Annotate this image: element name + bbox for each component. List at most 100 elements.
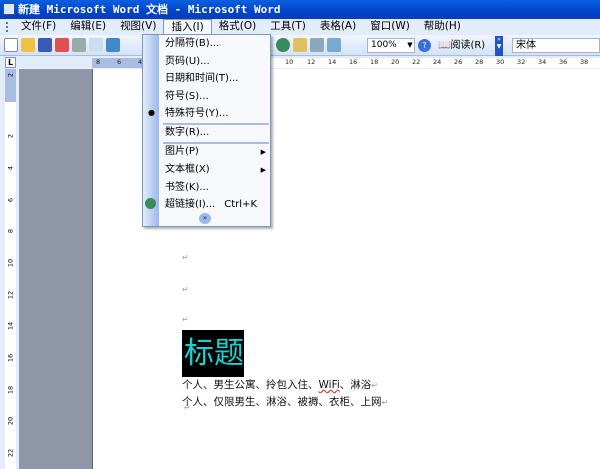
title-bar: 新建 Microsoft Word 文档 - Microsoft Word xyxy=(0,0,600,19)
ruler-label: 10 xyxy=(6,258,15,268)
table-icon[interactable] xyxy=(310,38,324,52)
menu-format[interactable]: 格式(O) xyxy=(212,19,263,35)
menu-item-text-box[interactable]: 文本框(X) ▶ xyxy=(165,163,269,177)
label: 书签(K)... xyxy=(165,182,209,193)
paragraph-mark: ↵ xyxy=(182,253,189,262)
ruler-label: 10 xyxy=(285,58,294,66)
ruler-label: 2 xyxy=(6,72,15,78)
ruler-label: 12 xyxy=(307,58,316,66)
paragraph-mark: ↵ xyxy=(182,285,189,294)
ruler-label: 36 xyxy=(559,58,568,66)
open-icon[interactable] xyxy=(21,38,35,52)
window-title: 新建 Microsoft Word 文档 - Microsoft Word xyxy=(18,3,281,16)
vertical-ruler: 2 2 4 6 8 10 12 14 16 18 20 22 xyxy=(0,69,19,469)
ruler-label: 14 xyxy=(6,321,15,331)
label: 分隔符(B)... xyxy=(165,38,220,49)
ruler-label: 12 xyxy=(6,290,15,300)
ruler-label: 14 xyxy=(328,58,337,66)
document-heading[interactable]: 标题↵ xyxy=(182,330,244,412)
body-line-2[interactable]: 个人、仅限男生、淋浴、被褥、衣柜、上网↵ xyxy=(182,394,388,409)
ruler-label: 32 xyxy=(517,58,526,66)
permission-icon[interactable] xyxy=(55,38,69,52)
tab-selector-icon[interactable]: L xyxy=(5,57,16,68)
menu-separator xyxy=(163,123,269,125)
paragraph-mark: ↵ xyxy=(182,315,189,324)
ruler-label: 6 xyxy=(117,58,122,66)
ruler-label: 4 xyxy=(6,165,15,171)
help-icon[interactable]: ? xyxy=(418,39,431,52)
menu-help[interactable]: 帮助(H) xyxy=(417,19,468,35)
print-preview-icon[interactable] xyxy=(89,38,103,52)
menu-item-number[interactable]: 数字(R)... xyxy=(165,126,269,140)
toolbar-grip[interactable] xyxy=(6,22,9,32)
misspelled-word: WiFi xyxy=(318,379,340,391)
body-line-1[interactable]: 个人、男生公寓、拎包入住、WiFi、淋浴↵ xyxy=(182,377,378,392)
hyperlink-icon[interactable] xyxy=(276,38,290,52)
menu-item-break[interactable]: 分隔符(B)... xyxy=(165,37,269,51)
menu-edit[interactable]: 编辑(E) xyxy=(63,19,113,35)
new-icon[interactable] xyxy=(4,38,18,52)
toolbar-options-icon[interactable]: » ▼ xyxy=(495,36,503,56)
ruler-label: 18 xyxy=(370,58,379,66)
ruler-label: 16 xyxy=(6,353,15,363)
ruler-label: 22 xyxy=(412,58,421,66)
text: 个人、仅限男生、淋浴、被褥、衣柜、上网 xyxy=(182,396,382,408)
ruler-label: 28 xyxy=(475,58,484,66)
expand-menu-chevron-icon[interactable]: » xyxy=(199,213,211,224)
heading-text: 标题 xyxy=(184,336,244,371)
menu-view[interactable]: 视图(V) xyxy=(113,19,163,35)
word-app-icon xyxy=(3,3,15,15)
menu-separator xyxy=(163,142,269,144)
label: 日期和时间(T)... xyxy=(165,73,239,84)
ruler-label: 8 xyxy=(96,58,101,66)
menu-item-page-numbers[interactable]: 页码(U)... xyxy=(165,55,269,69)
menu-table[interactable]: 表格(A) xyxy=(313,19,363,35)
ruler-label: 6 xyxy=(6,197,15,203)
font-combo[interactable]: 宋体 xyxy=(512,38,600,53)
label: 符号(S)... xyxy=(165,91,209,102)
ruler-label: 38 xyxy=(580,58,589,66)
standard-toolbar xyxy=(0,35,600,56)
save-icon[interactable] xyxy=(38,38,52,52)
ruler-label: 34 xyxy=(538,58,547,66)
ruler-label: 26 xyxy=(454,58,463,66)
menu-insert[interactable]: 插入(I) xyxy=(163,19,212,35)
ruler-label: 30 xyxy=(496,58,505,66)
ruler-label: 20 xyxy=(391,58,400,66)
label: 特殊符号(Y)... xyxy=(165,108,229,119)
zoom-dropdown-icon[interactable]: ▼ xyxy=(405,38,415,53)
reading-label: 阅读(R) xyxy=(450,40,486,51)
menu-item-hyperlink[interactable]: 超链接(I)... Ctrl+K xyxy=(165,198,269,212)
label: 数字(R)... xyxy=(165,127,210,138)
ruler-label: 16 xyxy=(349,58,358,66)
spelling-icon[interactable] xyxy=(106,38,120,52)
book-icon: 📖 xyxy=(438,40,451,51)
menu-item-bookmark[interactable]: 书签(K)... xyxy=(165,181,269,195)
special-symbol-icon: ● xyxy=(148,108,155,117)
menu-item-special-symbol[interactable]: 特殊符号(Y)... xyxy=(165,107,269,121)
document-map-icon[interactable] xyxy=(327,38,341,52)
menu-item-date-time[interactable]: 日期和时间(T)... xyxy=(165,72,269,86)
reading-button[interactable]: 📖阅读(R) xyxy=(438,38,485,53)
menu-item-picture[interactable]: 图片(P) ▶ xyxy=(165,145,269,159)
hyperlink-globe-icon xyxy=(145,198,156,209)
ruler-label: 18 xyxy=(6,385,15,395)
submenu-arrow-icon: ▶ xyxy=(260,148,266,156)
ruler-label: 22 xyxy=(6,448,15,458)
print-icon[interactable] xyxy=(72,38,86,52)
menu-tools[interactable]: 工具(T) xyxy=(263,19,313,35)
menu-bar: 文件(F) 编辑(E) 视图(V) 插入(I) 格式(O) 工具(T) 表格(A… xyxy=(0,19,600,35)
insert-menu-dropdown: 分隔符(B)... 页码(U)... 日期和时间(T)... 符号(S)... … xyxy=(142,34,271,227)
label: 页码(U)... xyxy=(165,56,210,67)
paragraph-mark: ↵ xyxy=(381,398,389,407)
ruler-label: 20 xyxy=(6,416,15,426)
label: 文本框(X) xyxy=(165,164,210,175)
submenu-arrow-icon: ▶ xyxy=(260,166,266,174)
label: 图片(P) xyxy=(165,146,199,157)
menu-window[interactable]: 窗口(W) xyxy=(363,19,417,35)
menu-file[interactable]: 文件(F) xyxy=(14,19,63,35)
text: 个人、男生公寓、拎包入住、 xyxy=(182,379,319,391)
drawing-icon[interactable] xyxy=(293,38,307,52)
menu-item-symbol[interactable]: 符号(S)... xyxy=(165,90,269,104)
shortcut: Ctrl+K xyxy=(224,199,257,210)
